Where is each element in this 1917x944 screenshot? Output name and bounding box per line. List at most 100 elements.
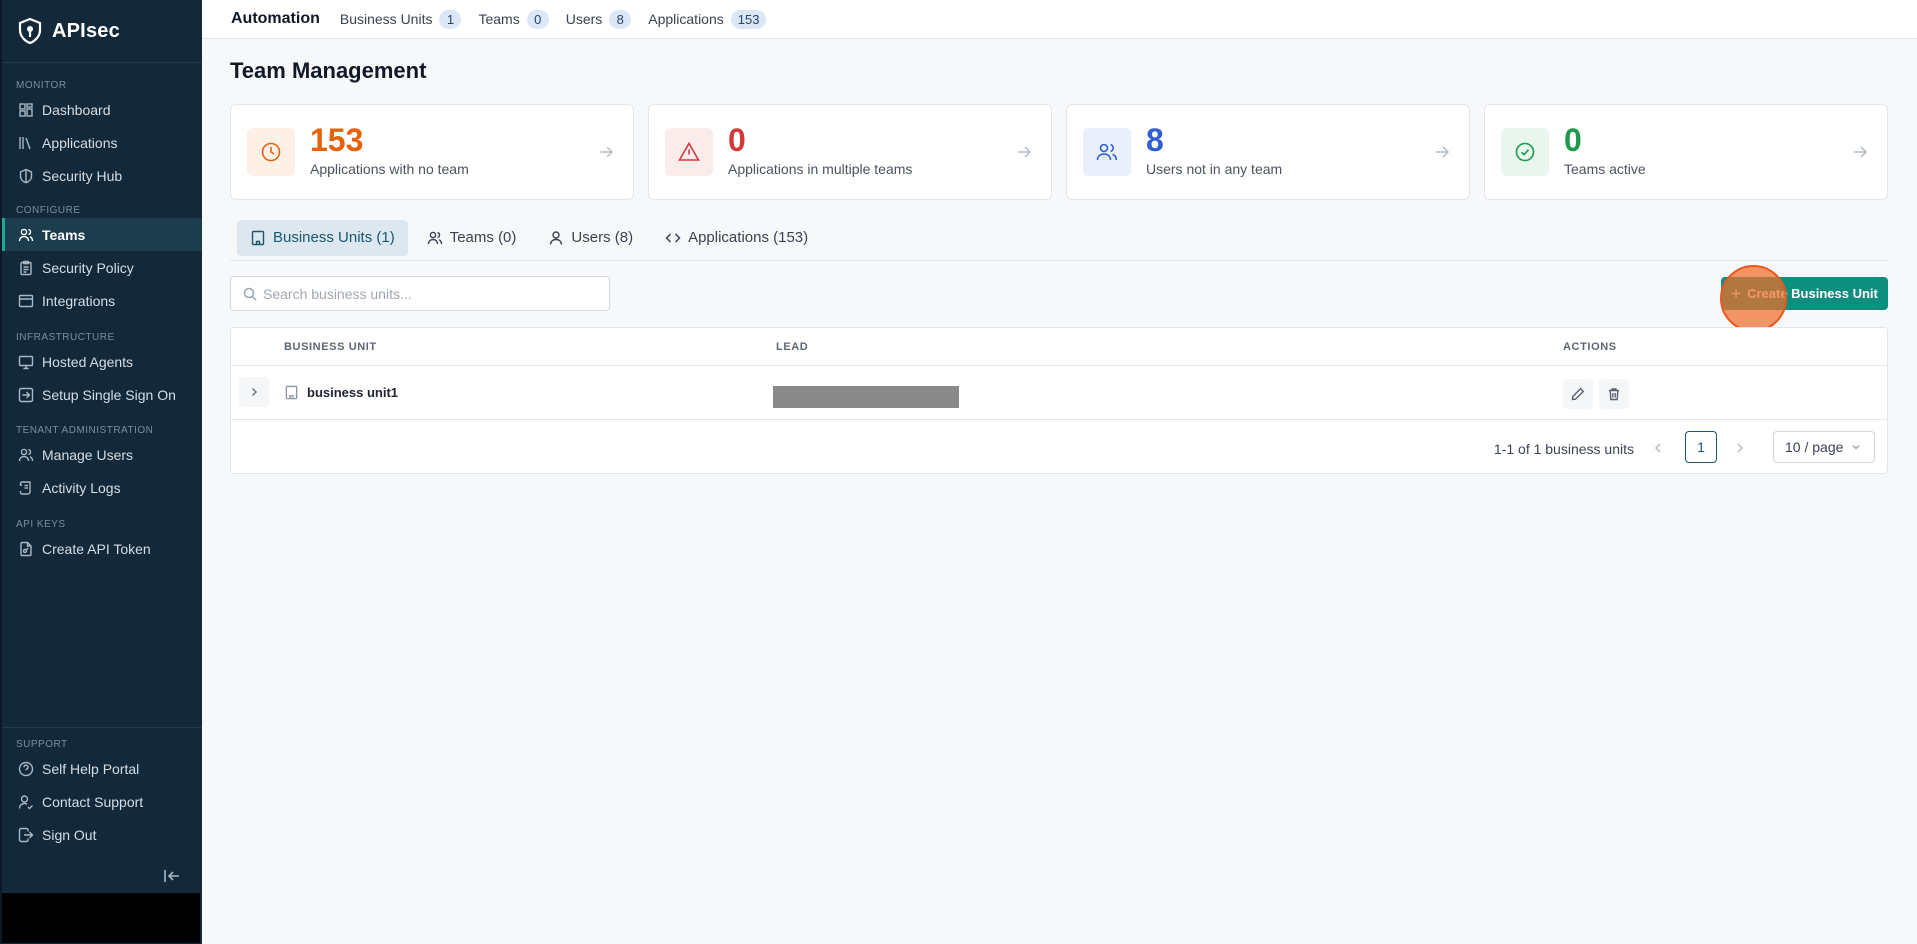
top-bar-title: Automation bbox=[231, 10, 320, 27]
business-unit-name: business unit1 bbox=[307, 385, 399, 400]
user-icon bbox=[550, 230, 563, 245]
sidebar-item-self-help-portal[interactable]: Self Help Portal bbox=[2, 752, 202, 785]
sidebar-item-label: Setup Single Sign On bbox=[42, 386, 176, 403]
arrow-right-icon[interactable] bbox=[1015, 143, 1033, 161]
sidebar-item-dashboard[interactable]: Dashboard bbox=[2, 93, 202, 126]
sidebar-item-label: Applications bbox=[42, 134, 118, 151]
brand[interactable]: APIsec bbox=[2, 0, 202, 63]
sidebar-item-label: Integrations bbox=[42, 292, 116, 309]
top-stat-label: Applications bbox=[648, 11, 724, 27]
sidebar-item-manage-users[interactable]: Manage Users bbox=[2, 438, 202, 471]
sidebar-section-configure: CONFIGURE Teams Security Policy Integrat… bbox=[2, 204, 202, 317]
sidebar-item-sign-out[interactable]: Sign Out bbox=[2, 818, 202, 851]
top-stat-teams[interactable]: Teams 0 bbox=[478, 9, 549, 29]
card-label: Applications in multiple teams bbox=[728, 161, 913, 177]
sidebar-item-label: Contact Support bbox=[42, 793, 144, 810]
tab-users[interactable]: Users (8) bbox=[535, 220, 646, 256]
tab-business-units[interactable]: Business Units (1) bbox=[237, 219, 408, 256]
users-icon bbox=[1096, 143, 1118, 161]
chevron-down-icon bbox=[1852, 445, 1860, 450]
arrow-right-icon[interactable] bbox=[1433, 143, 1451, 161]
user-profile[interactable] bbox=[2, 893, 200, 943]
stat-card-applications-no-team[interactable]: 153 Applications with no team bbox=[230, 104, 634, 200]
sidebar-item-label: Security Policy bbox=[42, 259, 134, 276]
collapse-sidebar-icon[interactable] bbox=[162, 866, 182, 886]
card-icon-box bbox=[665, 128, 713, 176]
stat-card-applications-multiple-teams[interactable]: 0 Applications in multiple teams bbox=[648, 104, 1052, 200]
edit-button[interactable] bbox=[1563, 379, 1593, 409]
table-row[interactable]: business unit1 bbox=[231, 366, 1887, 420]
column-header-lead: LEAD bbox=[776, 341, 809, 353]
top-stat-label: Users bbox=[565, 11, 603, 27]
trash-icon bbox=[1609, 388, 1619, 401]
expand-row-button[interactable] bbox=[239, 377, 269, 407]
card-icon-box bbox=[1083, 128, 1131, 176]
check-circle-icon bbox=[1515, 142, 1535, 162]
tab-bar: Business Units (1) Teams (0) Users (8) A… bbox=[230, 219, 1888, 261]
help-circle-icon bbox=[18, 761, 34, 776]
arrow-right-icon[interactable] bbox=[1851, 143, 1869, 161]
business-units-table: BUSINESS UNIT LEAD ACTIONS business unit… bbox=[230, 327, 1888, 474]
chevron-left-icon[interactable] bbox=[1651, 441, 1665, 455]
sidebar-item-label: Dashboard bbox=[42, 101, 111, 118]
tab-label: Business Units (1) bbox=[273, 229, 395, 246]
section-label: MONITOR bbox=[16, 80, 67, 91]
top-stat-users[interactable]: Users 8 bbox=[565, 9, 632, 29]
search-box[interactable] bbox=[230, 276, 610, 311]
sidebar-item-hosted-agents[interactable]: Hosted Agents bbox=[2, 345, 202, 378]
contact-icon bbox=[18, 794, 33, 809]
top-stat-business-units[interactable]: Business Units 1 bbox=[339, 9, 462, 29]
table-header: BUSINESS UNIT LEAD ACTIONS bbox=[231, 328, 1887, 366]
sidebar-item-applications[interactable]: Applications bbox=[2, 126, 202, 159]
sidebar-item-activity-logs[interactable]: Activity Logs bbox=[2, 471, 202, 504]
page-number-button[interactable]: 1 bbox=[1685, 431, 1717, 463]
button-label: Create Business Unit bbox=[1747, 286, 1878, 301]
top-stat-applications[interactable]: Applications 153 bbox=[648, 9, 767, 29]
top-stat-label: Teams bbox=[478, 11, 520, 27]
count-badge: 153 bbox=[730, 9, 767, 29]
page-title: Team Management bbox=[230, 58, 427, 83]
users-icon bbox=[18, 228, 34, 241]
sidebar-item-teams[interactable]: Teams bbox=[2, 218, 202, 251]
arrow-right-icon[interactable] bbox=[597, 143, 615, 161]
sidebar-section-api-keys: API KEYS Create API Token bbox=[2, 518, 202, 565]
tab-applications[interactable]: Applications (153) bbox=[652, 220, 821, 256]
sidebar-item-label: Security Hub bbox=[42, 167, 123, 184]
applications-icon bbox=[19, 136, 31, 149]
stat-card-users-not-in-team[interactable]: 8 Users not in any team bbox=[1066, 104, 1470, 200]
card-value: 8 bbox=[1146, 122, 1164, 158]
card-label: Users not in any team bbox=[1146, 161, 1283, 177]
create-business-unit-button[interactable]: + Create Business Unit bbox=[1721, 277, 1888, 310]
top-bar: Automation Business Units 1 Teams 0 User… bbox=[202, 0, 1917, 39]
tab-teams[interactable]: Teams (0) bbox=[414, 220, 530, 256]
page-size-select[interactable]: 10 / page bbox=[1773, 431, 1875, 463]
pagination-info: 1-1 of 1 business units bbox=[1493, 441, 1634, 457]
sidebar-item-label: Create API Token bbox=[42, 540, 151, 557]
sidebar-item-security-hub[interactable]: Security Hub bbox=[2, 159, 202, 192]
users-icon bbox=[18, 448, 34, 461]
column-header-business-unit: BUSINESS UNIT bbox=[284, 341, 377, 353]
count-badge: 1 bbox=[439, 9, 462, 29]
stat-card-teams-active[interactable]: 0 Teams active bbox=[1484, 104, 1888, 200]
tab-label: Teams (0) bbox=[449, 229, 517, 246]
sidebar-section-support: SUPPORT Self Help Portal Contact Support… bbox=[2, 738, 202, 851]
section-label: TENANT ADMINISTRATION bbox=[16, 425, 154, 436]
chevron-right-icon[interactable] bbox=[1733, 441, 1747, 455]
sidebar-item-integrations[interactable]: Integrations bbox=[2, 284, 202, 317]
sidebar-item-label: Teams bbox=[42, 226, 86, 243]
sidebar-item-label: Self Help Portal bbox=[42, 760, 140, 777]
chevron-right-icon bbox=[251, 387, 258, 397]
delete-button[interactable] bbox=[1599, 379, 1629, 409]
alert-triangle-icon bbox=[678, 141, 700, 161]
sidebar-item-security-policy[interactable]: Security Policy bbox=[2, 251, 202, 284]
dashboard-icon bbox=[19, 102, 33, 117]
top-stat-label: Business Units bbox=[339, 11, 433, 27]
tab-label: Users (8) bbox=[571, 229, 634, 246]
sidebar-item-contact-support[interactable]: Contact Support bbox=[2, 785, 202, 818]
section-label: SUPPORT bbox=[16, 739, 68, 750]
file-key-icon bbox=[20, 541, 32, 556]
sidebar-item-setup-single-sign-on[interactable]: Setup Single Sign On bbox=[2, 378, 202, 411]
login-icon bbox=[18, 387, 34, 402]
search-input[interactable] bbox=[263, 285, 603, 302]
sidebar-item-create-api-token[interactable]: Create API Token bbox=[2, 532, 202, 565]
